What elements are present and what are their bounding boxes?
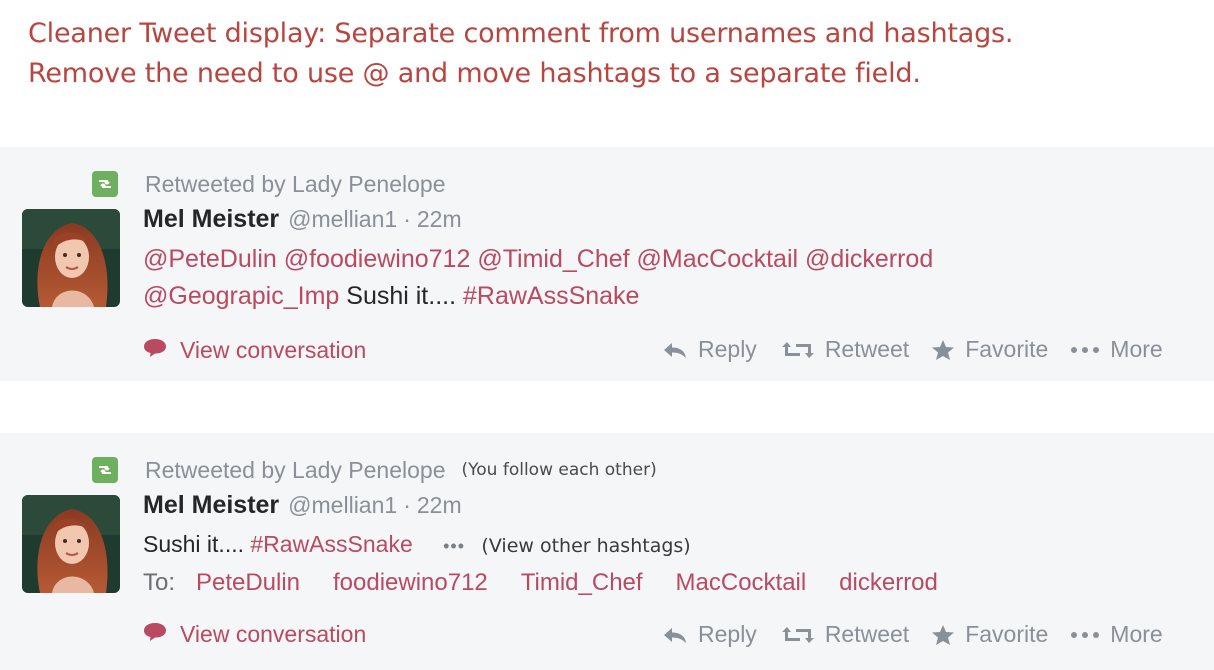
- recipient-link[interactable]: PeteDulin: [196, 569, 300, 596]
- recipient-link[interactable]: foodiewino712: [333, 569, 488, 596]
- recipient-link[interactable]: dickerrod: [839, 569, 938, 596]
- reply-label: Reply: [698, 621, 757, 647]
- star-icon: [931, 624, 955, 646]
- author-handle[interactable]: @mellian1: [288, 206, 397, 233]
- view-conversation-link[interactable]: View conversation: [142, 337, 366, 364]
- retweet-context: Retweeted by Lady Penelope (You follow e…: [92, 455, 657, 485]
- tweet-header: Mel Meister @mellian1 · 22m: [143, 491, 462, 525]
- timestamp[interactable]: 22m: [417, 206, 462, 233]
- tweet-actions: Reply Retweet Favorite More: [662, 336, 1163, 363]
- retweet-label: Retweet: [824, 621, 910, 647]
- tweet-actions: Reply Retweet Favorite More: [662, 621, 1163, 648]
- mention-link[interactable]: @Timid_Chef: [477, 245, 629, 273]
- speech-bubble-icon: [142, 337, 168, 364]
- tweet-text-line-1: Sushi it.... #RawAssSnake ••• (View othe…: [143, 531, 691, 558]
- reply-arrow-icon: [662, 625, 688, 645]
- more-label: More: [1110, 621, 1163, 647]
- mention-link[interactable]: @MacCocktail: [637, 245, 799, 273]
- headline-line-1: Cleaner Tweet display: Separate comment …: [28, 18, 1014, 49]
- view-other-hashtags-link[interactable]: (View other hashtags): [481, 535, 690, 557]
- tweet-text-line-2: @Geograpic_Imp Sushi it.... #RawAssSnake: [143, 282, 639, 311]
- avatar[interactable]: [22, 495, 120, 593]
- recipients-line: To: PeteDulin foodiewino712 Timid_Chef M…: [143, 568, 938, 597]
- retweet-icon: [92, 457, 118, 483]
- to-label: To:: [143, 569, 176, 596]
- author-handle[interactable]: @mellian1: [288, 492, 397, 519]
- favorite-button[interactable]: Favorite: [931, 621, 1048, 648]
- mention-link[interactable]: @dickerrod: [805, 245, 933, 273]
- hashtag-link[interactable]: #RawAssSnake: [250, 531, 412, 557]
- mention-link[interactable]: @foodiewino712: [284, 245, 471, 273]
- retweet-icon: [781, 625, 815, 645]
- favorite-label: Favorite: [965, 621, 1049, 647]
- speech-bubble-icon: [142, 621, 168, 648]
- mention-link[interactable]: @PeteDulin: [143, 245, 277, 273]
- tweet-card-2[interactable]: Retweeted by Lady Penelope (You follow e…: [0, 433, 1214, 670]
- timestamp[interactable]: 22m: [417, 492, 462, 519]
- follow-status-note: (You follow each other): [461, 460, 657, 480]
- retweet-context: Retweeted by Lady Penelope: [92, 169, 446, 199]
- separator: ·: [403, 206, 411, 232]
- reply-button[interactable]: Reply: [662, 621, 757, 648]
- tweet-comment: Sushi it....: [346, 282, 457, 310]
- tweet-header: Mel Meister @mellian1 · 22m: [143, 205, 462, 239]
- ellipsis-icon: [1070, 631, 1100, 639]
- view-conversation-label: View conversation: [180, 337, 367, 363]
- retweeted-by-text[interactable]: Retweeted by Lady Penelope: [145, 171, 446, 198]
- retweeted-by-text[interactable]: Retweeted by Lady Penelope: [145, 457, 446, 484]
- hashtag-link[interactable]: #RawAssSnake: [463, 282, 639, 310]
- tweet-text-line-1: @PeteDulin @foodiewino712 @Timid_Chef @M…: [143, 245, 933, 274]
- tweet-card-1[interactable]: Retweeted by Lady Penelope Mel Meister @…: [0, 147, 1214, 381]
- view-conversation-label: View conversation: [180, 621, 367, 647]
- headline-line-2: Remove the need to use @ and move hashta…: [28, 58, 921, 89]
- separator: ·: [403, 492, 411, 518]
- more-button[interactable]: More: [1070, 336, 1163, 363]
- favorite-label: Favorite: [965, 336, 1049, 362]
- recipient-link[interactable]: Timid_Chef: [521, 569, 643, 596]
- reply-button[interactable]: Reply: [662, 336, 757, 363]
- tweet-comment: Sushi it....: [143, 531, 244, 557]
- retweet-icon: [781, 340, 815, 360]
- more-hashtags-ellipsis[interactable]: •••: [443, 536, 465, 556]
- author-name[interactable]: Mel Meister: [143, 205, 279, 234]
- recipient-link[interactable]: MacCocktail: [676, 569, 807, 596]
- headline: Cleaner Tweet display: Separate comment …: [28, 14, 1014, 94]
- retweet-button[interactable]: Retweet: [781, 621, 909, 648]
- more-label: More: [1110, 336, 1163, 362]
- avatar[interactable]: [22, 209, 120, 307]
- star-icon: [931, 339, 955, 361]
- retweet-label: Retweet: [824, 336, 910, 362]
- reply-arrow-icon: [662, 340, 688, 360]
- author-name[interactable]: Mel Meister: [143, 491, 279, 520]
- retweet-icon: [92, 171, 118, 197]
- reply-label: Reply: [698, 336, 757, 362]
- more-button[interactable]: More: [1070, 621, 1163, 648]
- view-conversation-link[interactable]: View conversation: [142, 621, 366, 648]
- mention-link[interactable]: @Geograpic_Imp: [143, 282, 339, 310]
- ellipsis-icon: [1070, 346, 1100, 354]
- retweet-button[interactable]: Retweet: [781, 336, 909, 363]
- favorite-button[interactable]: Favorite: [931, 336, 1048, 363]
